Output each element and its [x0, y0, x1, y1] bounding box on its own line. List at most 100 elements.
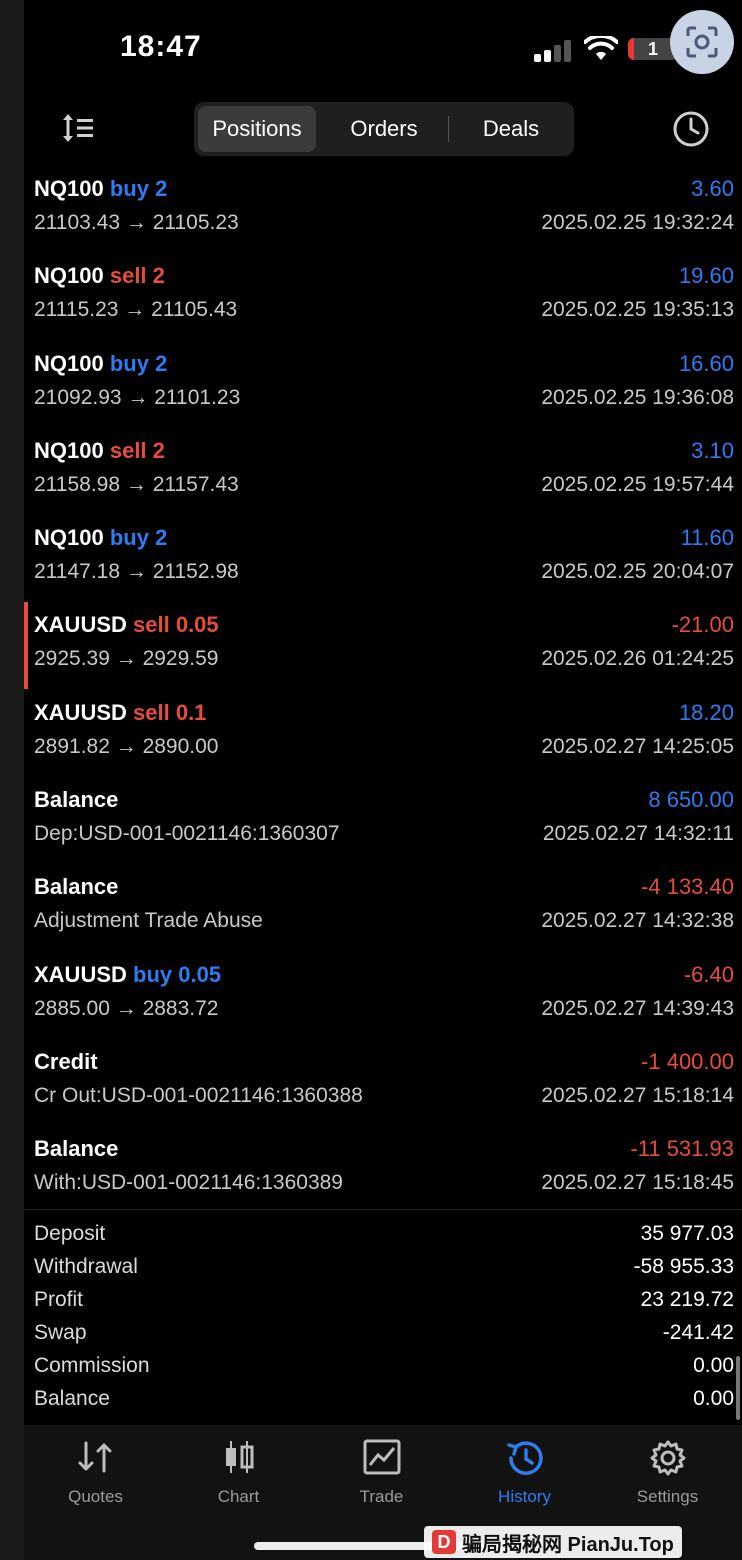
row-title: NQ100 buy 2 [34, 525, 167, 551]
row-side: sell 2 [109, 437, 165, 463]
history-row[interactable]: XAUUSD sell 0.1 18.20 2891.82 → 2890.00 … [24, 690, 742, 777]
tab-orders[interactable]: Orders [324, 102, 444, 156]
row-title: NQ100 buy 2 [34, 351, 167, 377]
row-datetime: 2025.02.26 01:24:25 [541, 647, 734, 671]
status-bar: 18:47 1 [24, 0, 742, 100]
row-title: NQ100 buy 2 [34, 176, 167, 202]
row-profit: -4 133.40 [641, 874, 734, 900]
summary-value: 0.00 [693, 1354, 734, 1377]
row-title: XAUUSD sell 0.05 [34, 612, 219, 638]
row-datetime: 2025.02.27 14:32:38 [541, 909, 734, 933]
history-row[interactable]: Balance -4 133.40 Adjustment Trade Abuse… [24, 864, 742, 951]
row-datetime: 2025.02.27 15:18:14 [541, 1083, 734, 1107]
summary-label: Withdrawal [34, 1255, 138, 1278]
screen-scan-button[interactable] [670, 10, 734, 74]
history-row[interactable]: XAUUSD buy 0.05 -6.40 2885.00 → 2883.72 … [24, 952, 742, 1039]
row-symbol: XAUUSD [34, 961, 127, 987]
row-datetime: 2025.02.25 19:35:13 [541, 298, 734, 322]
summary-row: Commission 0.00 [24, 1350, 742, 1383]
watermark-text: 骗局揭秘网 PianJu.Top [462, 1533, 674, 1556]
tab-label: History [498, 1487, 551, 1506]
row-title: NQ100 sell 2 [34, 438, 165, 464]
sort-icon[interactable] [60, 110, 96, 146]
history-row[interactable]: XAUUSD sell 0.05 -21.00 2925.39 → 2929.5… [24, 602, 742, 690]
tab-history[interactable]: History [453, 1425, 596, 1525]
cellular-signal-icon [534, 38, 574, 62]
row-side: sell 2 [109, 263, 165, 289]
tab-deals[interactable]: Deals [452, 102, 570, 156]
trade-chart-icon [363, 1439, 400, 1475]
row-symbol: XAUUSD [34, 612, 127, 638]
row-profit: -21.00 [671, 612, 734, 638]
watermark-logo-icon: D [432, 1530, 456, 1554]
row-profit: 11.60 [680, 525, 734, 551]
row-detail: 21147.18 → 21152.98 [34, 560, 239, 584]
tab-chart[interactable]: Chart [167, 1425, 310, 1525]
tab-label: Quotes [68, 1487, 123, 1506]
row-profit: 3.10 [691, 437, 734, 463]
row-detail: 2891.82 → 2890.00 [34, 734, 219, 758]
tab-positions[interactable]: Positions [198, 106, 316, 152]
clock-icon[interactable] [672, 110, 710, 148]
scrollbar[interactable] [736, 1356, 740, 1420]
summary-label: Deposit [34, 1222, 106, 1245]
row-profit: -6.40 [683, 961, 734, 987]
row-symbol: NQ100 [34, 263, 104, 289]
row-detail: 21158.98 → 21157.43 [34, 472, 239, 496]
tab-label: Trade [359, 1487, 404, 1506]
history-list: NQ100 buy 2 3.60 21103.43 → 21105.23 202… [24, 166, 742, 1214]
row-title: Balance [34, 787, 118, 813]
row-datetime: 2025.02.25 20:04:07 [541, 560, 734, 584]
row-symbol: NQ100 [34, 437, 104, 463]
row-symbol: Balance [34, 787, 119, 813]
row-side: sell 0.1 [133, 699, 207, 725]
row-symbol: NQ100 [34, 350, 104, 376]
row-profit: -11 531.93 [630, 1136, 734, 1162]
watermark: D 骗局揭秘网 PianJu.Top [424, 1526, 682, 1558]
row-title: Credit [34, 1049, 98, 1075]
summary-label: Swap [34, 1321, 87, 1344]
row-side: buy 0.05 [133, 961, 222, 987]
row-detail: 21103.43 → 21105.23 [34, 211, 239, 234]
summary-label: Commission [34, 1354, 150, 1377]
row-title: NQ100 sell 2 [34, 263, 165, 289]
row-detail: 2925.39 → 2929.59 [34, 647, 219, 671]
segment-divider [448, 116, 449, 142]
row-detail: Cr Out:USD-001-0021146:1360388 [34, 1083, 363, 1107]
history-row[interactable]: NQ100 buy 2 11.60 21147.18 → 21152.98 20… [24, 515, 742, 602]
row-detail: 21092.93 → 21101.23 [34, 385, 241, 409]
summary-value: 0.00 [693, 1387, 734, 1410]
history-segment-control: Positions Orders Deals [194, 102, 574, 156]
summary-value: 23 219.72 [640, 1288, 734, 1311]
row-detail: Adjustment Trade Abuse [34, 909, 263, 933]
tab-quotes[interactable]: Quotes [24, 1425, 167, 1525]
row-symbol: Balance [34, 1136, 119, 1162]
row-symbol: NQ100 [34, 176, 104, 201]
history-row[interactable]: Balance -11 531.93 With:USD-001-0021146:… [24, 1126, 742, 1213]
row-profit: -1 400.00 [641, 1048, 734, 1074]
row-datetime: 2025.02.27 14:25:05 [541, 734, 734, 758]
history-row[interactable]: NQ100 buy 2 3.60 21103.43 → 21105.23 202… [24, 166, 742, 253]
row-side: sell 0.05 [133, 612, 219, 638]
scan-icon [686, 26, 718, 58]
history-row[interactable]: Credit -1 400.00 Cr Out:USD-001-0021146:… [24, 1039, 742, 1126]
tab-settings[interactable]: Settings [596, 1425, 739, 1525]
history-row[interactable]: NQ100 sell 2 3.10 21158.98 → 21157.43 20… [24, 428, 742, 515]
row-profit: 3.60 [691, 176, 734, 201]
history-row[interactable]: NQ100 buy 2 16.60 21092.93 → 21101.23 20… [24, 341, 742, 428]
history-row[interactable]: Balance 8 650.00 Dep:USD-001-0021146:136… [24, 777, 742, 864]
row-detail: 2885.00 → 2883.72 [34, 996, 219, 1020]
summary-row: Balance 0.00 [24, 1383, 742, 1416]
row-profit: 18.20 [678, 699, 734, 725]
row-detail: 21115.23 → 21105.43 [34, 298, 238, 322]
history-icon [506, 1441, 543, 1475]
history-summary: Deposit 35 977.03 Withdrawal -58 955.33 … [24, 1218, 742, 1416]
summary-value: 35 977.03 [640, 1222, 734, 1245]
row-side: buy 2 [109, 350, 168, 376]
row-datetime: 2025.02.25 19:36:08 [541, 385, 734, 409]
row-datetime: 2025.02.27 15:18:45 [541, 1171, 734, 1195]
list-separator [24, 1209, 742, 1210]
row-datetime: 2025.02.25 19:32:24 [541, 211, 734, 234]
tab-trade[interactable]: Trade [310, 1425, 453, 1525]
history-row[interactable]: NQ100 sell 2 19.60 21115.23 → 21105.43 2… [24, 253, 742, 340]
